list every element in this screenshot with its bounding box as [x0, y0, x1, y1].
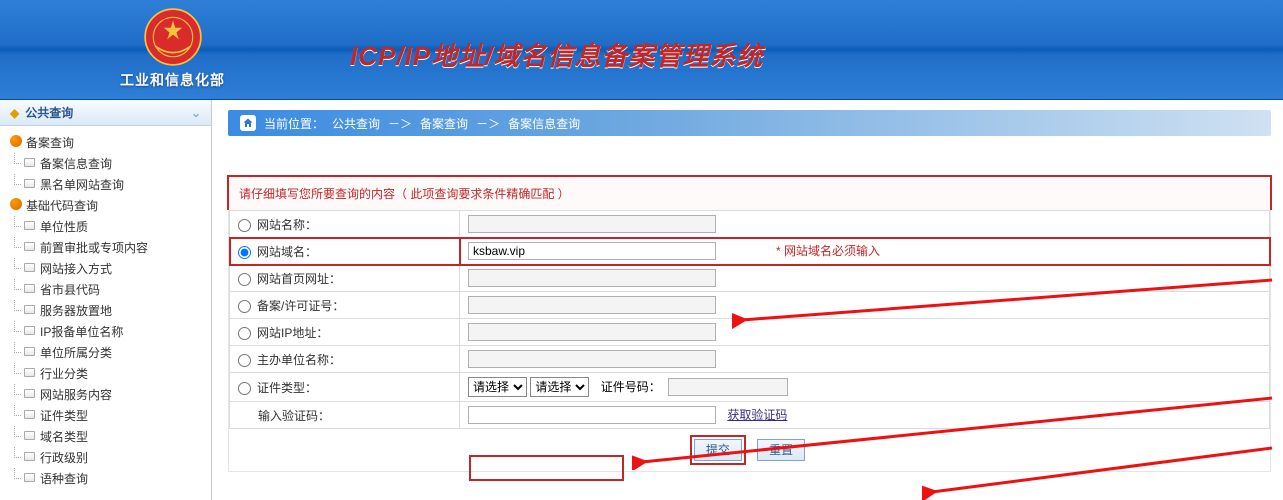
tree-item[interactable]: 网站服务内容 [10, 384, 211, 405]
sidebar: ◆ 公共查询 ⌄ 备案查询 备案信息查询 黑名单网站查询 基础代码查询 单位性质… [0, 100, 212, 500]
ministry-name: 工业和信息化部 [120, 70, 225, 90]
tree-item[interactable]: 单位性质 [10, 216, 211, 237]
select-cert-type-2[interactable]: 请选择 [530, 377, 589, 397]
diamond-icon: ◆ [10, 106, 19, 120]
sidebar-header[interactable]: ◆ 公共查询 ⌄ [0, 100, 211, 126]
tree-item[interactable]: 行政级别 [10, 447, 211, 468]
tree-item[interactable]: 证件类型 [10, 405, 211, 426]
label-cert-no: 证件号码： [601, 380, 661, 394]
bc-sep: －＞ [476, 115, 500, 132]
home-icon[interactable] [240, 115, 256, 131]
tree-item[interactable]: 网站接入方式 [10, 258, 211, 279]
nav-tree: 备案查询 备案信息查询 黑名单网站查询 基础代码查询 单位性质 前置审批或专项内… [0, 126, 211, 489]
query-form: 请仔细填写您所要查询的内容（ 此项查询要求条件精确匹配 ） 网站名称： 网站域名… [228, 176, 1271, 472]
tree-item[interactable]: 域名类型 [10, 426, 211, 447]
chevron-down-icon: ⌄ [191, 106, 201, 120]
label-ip: 网站IP地址： [257, 326, 328, 340]
tree-item[interactable]: 单位所属分类 [10, 342, 211, 363]
system-title: ICP/IP地址/域名信息备案管理系统 [350, 36, 763, 73]
radio-homepage[interactable] [238, 273, 251, 286]
breadcrumb: 当前位置： 公共查询 －＞ 备案查询 －＞ 备案信息查询 [228, 110, 1271, 136]
select-cert-type-1[interactable]: 请选择 [468, 377, 527, 397]
tree-group-code[interactable]: 基础代码查询 [10, 195, 211, 216]
input-license[interactable] [468, 296, 716, 314]
tree-item[interactable]: 服务器放置地 [10, 300, 211, 321]
input-cert-no[interactable] [668, 378, 788, 396]
bc-here: 当前位置： [264, 115, 324, 132]
input-sponsor[interactable] [468, 350, 716, 368]
tree-item[interactable]: IP报备单位名称 [10, 321, 211, 342]
national-emblem-icon [144, 8, 202, 66]
tree-item[interactable]: 前置审批或专项内容 [10, 237, 211, 258]
label-domain: 网站域名： [257, 245, 317, 259]
label-captcha: 输入验证码： [258, 409, 330, 423]
sidebar-title: 公共查询 [25, 104, 73, 121]
radio-domain[interactable] [238, 246, 251, 259]
tree-item[interactable]: 行业分类 [10, 363, 211, 384]
radio-ip[interactable] [238, 327, 251, 340]
label-cert: 证件类型： [257, 381, 317, 395]
radio-sponsor[interactable] [238, 354, 251, 367]
label-license: 备案/许可证号： [257, 299, 344, 313]
bc-sep: －＞ [388, 115, 412, 132]
form-hint: 请仔细填写您所要查询的内容（ 此项查询要求条件精确匹配 ） [227, 175, 1272, 210]
input-site-name[interactable] [468, 215, 716, 233]
tree-item[interactable]: 黑名单网站查询 [10, 174, 211, 195]
submit-button[interactable]: 提交 [694, 439, 742, 461]
bc-l2[interactable]: 备案查询 [420, 115, 468, 132]
radio-license[interactable] [238, 300, 251, 313]
input-ip[interactable] [468, 323, 716, 341]
input-domain[interactable] [468, 242, 716, 260]
tree-group-beian[interactable]: 备案查询 [10, 132, 211, 153]
app-header: 工业和信息化部 ICP/IP地址/域名信息备案管理系统 [0, 0, 1283, 100]
content-area: 当前位置： 公共查询 －＞ 备案查询 －＞ 备案信息查询 请仔细填写您所要查询的… [212, 100, 1283, 500]
get-captcha-link[interactable]: 获取验证码 [727, 408, 787, 422]
tree-item[interactable]: 语种查询 [10, 468, 211, 489]
label-site-name: 网站名称： [257, 218, 317, 232]
input-captcha[interactable] [468, 406, 716, 424]
reset-button[interactable]: 重置 [757, 439, 805, 461]
domain-required-note: * 网站域名必须输入 [776, 244, 880, 258]
label-homepage: 网站首页网址： [257, 272, 341, 286]
bc-l1[interactable]: 公共查询 [332, 115, 380, 132]
radio-cert[interactable] [238, 382, 251, 395]
form-actions: 提交 重置 [229, 429, 1270, 471]
tree-item[interactable]: 省市县代码 [10, 279, 211, 300]
bc-l3: 备案信息查询 [508, 115, 580, 132]
tree-item[interactable]: 备案信息查询 [10, 153, 211, 174]
label-sponsor: 主办单位名称： [257, 353, 341, 367]
logo-block: 工业和信息化部 [120, 8, 225, 90]
radio-site-name[interactable] [238, 219, 251, 232]
input-homepage[interactable] [468, 269, 716, 287]
